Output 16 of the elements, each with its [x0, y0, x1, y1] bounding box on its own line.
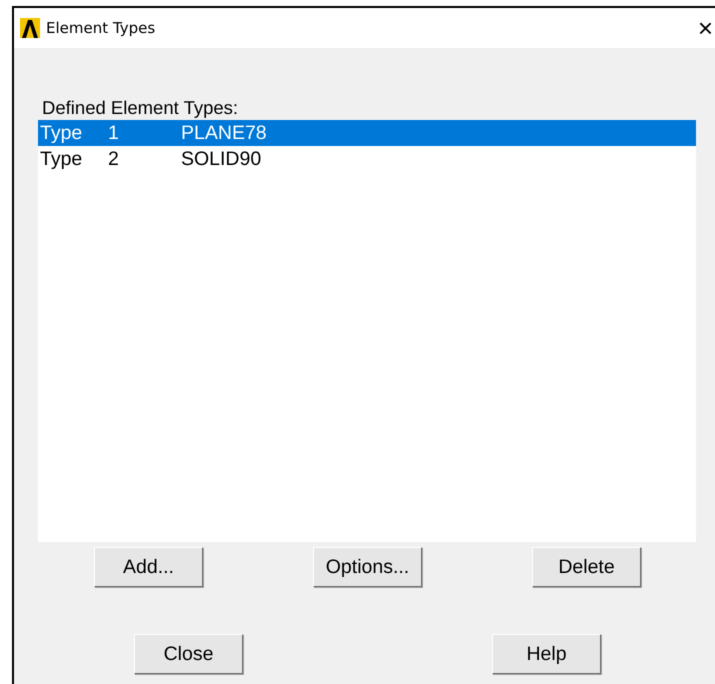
dialog-button[interactable]: Close	[134, 634, 243, 674]
type-number: 2	[108, 148, 120, 170]
dialog-button[interactable]: Help	[492, 634, 601, 674]
type-text: Type	[40, 148, 84, 170]
type-text: Type	[40, 122, 84, 144]
window-title: Element Types	[46, 19, 156, 37]
list-label: Defined Element Types:	[42, 96, 240, 120]
list-row[interactable]: Type 1 PLANE78	[38, 120, 696, 146]
action-button[interactable]: Delete	[532, 547, 641, 587]
app-logo-icon	[20, 18, 40, 38]
close-button[interactable]: ×	[698, 15, 713, 41]
element-name: PLANE78	[181, 122, 268, 144]
element-name: SOLID90	[181, 148, 262, 170]
action-button[interactable]: Add...	[94, 547, 203, 587]
type-number: 1	[108, 122, 120, 144]
action-button[interactable]: Options...	[313, 547, 422, 587]
